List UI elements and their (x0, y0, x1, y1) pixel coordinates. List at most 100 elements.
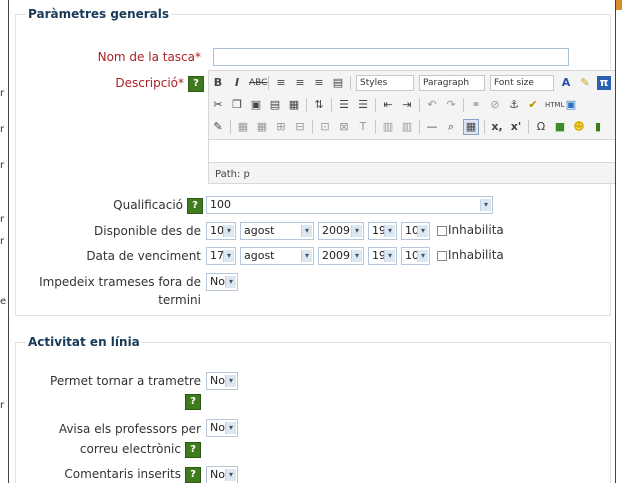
bold-icon[interactable]: B (211, 76, 225, 90)
visual-aid-icon[interactable]: ▥ (381, 120, 395, 134)
due-date-minute[interactable]: 10 ▾ (401, 247, 430, 265)
toolbar-separator (419, 120, 420, 134)
media-icon[interactable]: ▮ (591, 120, 605, 134)
unlink-icon[interactable]: ⊘ (488, 98, 502, 112)
online-legend: Activitat en línia (26, 335, 142, 349)
layer-icon[interactable]: ▥ (400, 120, 414, 134)
horizontal-rule-icon[interactable]: — (425, 120, 439, 134)
available-from-disable-checkbox[interactable] (437, 226, 447, 236)
paste-word-icon[interactable]: ▦ (287, 98, 301, 112)
emoticon-icon[interactable]: ☻ (572, 120, 586, 134)
available-from-month[interactable]: agost ▾ (240, 222, 314, 240)
merge-cells-icon[interactable]: ⊡ (318, 120, 332, 134)
due-date-month[interactable]: agost ▾ (240, 247, 314, 265)
redo-icon[interactable]: ↷ (444, 98, 458, 112)
delete-row-icon[interactable]: T (356, 120, 370, 134)
subscript-icon[interactable]: x, (490, 120, 504, 134)
description-help-icon[interactable]: ? (188, 75, 204, 92)
available-from-day[interactable]: 10 ▾ (206, 222, 236, 240)
left-margin-marks: r r r r r e r (0, 88, 7, 411)
indent-icon[interactable]: ⇥ (400, 98, 414, 112)
special-char-icon[interactable]: Ω (534, 120, 548, 134)
resubmit-select[interactable]: No ▾ (206, 372, 238, 390)
align-right-icon[interactable]: ≡ (312, 76, 326, 90)
online-fieldset: Activitat en línia (15, 335, 611, 483)
cleanup-icon[interactable]: ✔ (526, 98, 540, 112)
paragraph-dropdown[interactable]: Paragraph (419, 75, 485, 91)
toolbar-separator (331, 98, 332, 112)
math-icon[interactable]: π (597, 76, 611, 90)
chevron-down-icon: ▾ (223, 225, 234, 237)
notify-help-icon[interactable]: ? (185, 441, 201, 458)
editor-content-area[interactable] (209, 139, 615, 163)
form-frame: Paràmetres generals Nom de la tasca* Des… (8, 0, 616, 483)
outdent-icon[interactable]: ⇤ (381, 98, 395, 112)
editor-path: Path: p (215, 169, 250, 180)
due-date-disable-label: Inhabilita (448, 248, 504, 262)
image-icon[interactable]: ▣ (564, 98, 578, 112)
notify-select[interactable]: No ▾ (206, 419, 238, 437)
toolbar-separator (350, 76, 351, 90)
highlight-color-icon[interactable]: ✎ (578, 76, 592, 90)
due-date-month-value: agost (244, 249, 275, 262)
italic-icon[interactable]: I (230, 76, 244, 90)
table-props-icon[interactable]: ▦ (255, 120, 269, 134)
bullet-list-icon[interactable]: ☰ (337, 98, 351, 112)
align-left-icon[interactable]: ≡ (274, 76, 288, 90)
prevent-late-value: No (210, 275, 225, 288)
paragraph-dropdown-label: Paragraph (423, 78, 470, 88)
chevron-down-icon: ▾ (384, 250, 395, 262)
paste-text-icon[interactable]: ▤ (268, 98, 282, 112)
anchor-icon[interactable]: ⚓ (507, 98, 521, 112)
styles-dropdown[interactable]: Styles (356, 75, 414, 91)
available-from-hour[interactable]: 19 ▾ (368, 222, 397, 240)
editor-toolbar-row-3: ✎ ▦ ▦ ⊞ ⊟ ⊡ ⊠ T ▥ ▥ — ⌕ ▦ x, x' Ω ■ ☻ ▮ (211, 117, 615, 137)
find-replace-icon[interactable]: ⇅ (312, 98, 326, 112)
text-color-icon[interactable]: A (559, 76, 573, 90)
numbered-list-icon[interactable]: ☰ (356, 98, 370, 112)
prevent-late-label-line-2: termini (158, 293, 201, 307)
chevron-down-icon: ▾ (417, 225, 428, 237)
chevron-down-icon: ▾ (417, 250, 428, 262)
superscript-icon[interactable]: x' (509, 120, 523, 134)
due-date-hour[interactable]: 19 ▾ (368, 247, 397, 265)
edit-icon[interactable]: ✎ (211, 120, 225, 134)
inline-comments-select[interactable]: No ▾ (206, 466, 238, 483)
due-date-disable-checkbox[interactable] (437, 251, 447, 261)
task-name-label: Nom de la tasca* (97, 50, 201, 64)
description-editor[interactable]: B I ABC ≡ ≡ ≡ ▤ Styles Paragraph Font si… (208, 70, 615, 184)
paste-icon[interactable]: ▣ (249, 98, 263, 112)
undo-icon[interactable]: ↶ (425, 98, 439, 112)
insert-image-icon[interactable]: ■ (553, 120, 567, 134)
grade-select[interactable]: 100 ▾ (206, 196, 493, 214)
strikethrough-icon[interactable]: ABC (249, 76, 267, 90)
due-date-day[interactable]: 17 ▾ (206, 247, 236, 265)
font-size-dropdown[interactable]: Font size (490, 75, 554, 91)
search-icon[interactable]: ⌕ (444, 120, 458, 134)
inline-comments-help-icon[interactable]: ? (185, 466, 201, 483)
table-icon[interactable]: ▦ (236, 120, 250, 134)
available-from-minute[interactable]: 10 ▾ (401, 222, 430, 240)
row-insert-icon[interactable]: ⊞ (274, 120, 288, 134)
grade-label-text: Qualificació (113, 198, 183, 212)
resubmit-help-icon[interactable]: ? (185, 393, 201, 410)
cut-icon[interactable]: ✂ (211, 98, 225, 112)
editor-toolbar-row-2: ✂ ❐ ▣ ▤ ▦ ⇅ ☰ ☰ ⇤ ⇥ ↶ ↷ ⚭ ⊘ ⚓ ✔ HTML ▣ (211, 95, 615, 115)
link-icon[interactable]: ⚭ (469, 98, 483, 112)
due-date-label: Data de venciment (86, 249, 201, 263)
toolbar-separator (463, 98, 464, 112)
align-center-icon[interactable]: ≡ (293, 76, 307, 90)
copy-icon[interactable]: ❐ (230, 98, 244, 112)
html-icon[interactable]: HTML (545, 98, 564, 112)
grade-help-icon[interactable]: ? (187, 197, 203, 214)
due-date-year[interactable]: 2009 ▾ (318, 247, 364, 265)
chevron-down-icon: ▾ (351, 250, 362, 262)
task-name-input[interactable] (213, 48, 569, 66)
prevent-late-select[interactable]: No ▾ (206, 273, 238, 291)
available-from-year[interactable]: 2009 ▾ (318, 222, 364, 240)
description-label: Descripció*? (76, 75, 204, 92)
fullscreen-icon[interactable]: ▦ (463, 119, 479, 135)
align-justify-icon[interactable]: ▤ (331, 76, 345, 90)
split-cells-icon[interactable]: ⊠ (337, 120, 351, 134)
column-insert-icon[interactable]: ⊟ (293, 120, 307, 134)
